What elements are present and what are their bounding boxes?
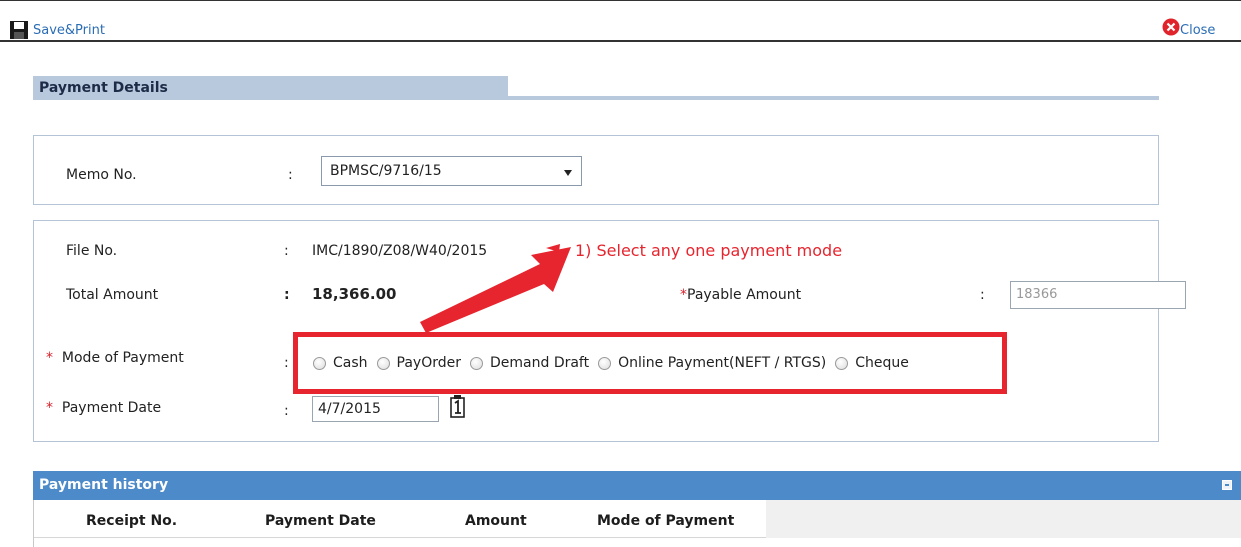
column-header-payment-date[interactable]: Payment Date (265, 513, 376, 529)
payable-amount-value: 18366 (1016, 287, 1058, 302)
memo-colon: : (288, 167, 293, 183)
memo-select-value: BPMSC/9716/15 (330, 163, 442, 179)
memo-label: Memo No. (66, 167, 137, 183)
file-no-value: IMC/1890/Z08/W40/2015 (312, 243, 488, 259)
total-amount-label: Total Amount (66, 287, 159, 303)
payment-date-text: Payment Date (61, 400, 162, 416)
payment-date-label: * Payment Date (46, 400, 161, 416)
close-link[interactable]: Close (1180, 23, 1215, 38)
mode-colon: : (284, 355, 289, 371)
section-title: Payment Details (33, 76, 508, 100)
column-header-amount[interactable]: Amount (465, 513, 527, 529)
payable-amount-text: Payable Amount (687, 287, 802, 303)
chevron-down-icon[interactable] (564, 170, 572, 176)
payment-date-value: 4/7/2015 (318, 401, 381, 417)
total-amount-value: 18,366.00 (312, 285, 397, 303)
save-print-link[interactable]: Save&Print (33, 23, 105, 38)
annotation-text: 1) Select any one payment mode (575, 241, 843, 260)
collapse-icon[interactable] (1222, 480, 1232, 490)
date-colon: : (284, 403, 289, 419)
payment-history-table: Receipt No. Payment Date Amount Mode of … (33, 500, 1241, 547)
close-icon[interactable] (1162, 18, 1180, 36)
table-header-filler (766, 500, 1241, 538)
total-amount-colon: : (284, 287, 290, 303)
file-no-colon: : (284, 243, 289, 259)
payment-history-header[interactable]: Payment history (33, 471, 1241, 500)
column-header-receipt-no[interactable]: Receipt No. (86, 513, 177, 529)
required-marker: * (46, 350, 53, 366)
payment-history-title: Payment history (39, 477, 169, 493)
table-header-row: Receipt No. Payment Date Amount Mode of … (34, 500, 766, 538)
mode-of-payment-label: * Mode of Payment (46, 350, 184, 366)
column-header-mode-of-payment[interactable]: Mode of Payment (597, 513, 734, 529)
mode-of-payment-text: Mode of Payment (61, 350, 184, 366)
payment-date-input[interactable]: 4/7/2015 (312, 396, 439, 422)
payable-amount-input[interactable]: 18366 (1010, 281, 1186, 309)
memo-select[interactable]: BPMSC/9716/15 (321, 156, 582, 186)
annotation-highlight-box (293, 332, 1007, 394)
required-marker: * (46, 400, 53, 416)
payable-amount-label: *Payable Amount (680, 287, 801, 303)
payable-colon: : (980, 287, 985, 303)
section-divider (508, 96, 1159, 100)
save-icon[interactable] (10, 21, 28, 39)
calendar-icon[interactable] (449, 394, 467, 420)
toolbar: Save&Print Close (0, 0, 1241, 42)
memo-panel (33, 135, 1159, 205)
required-marker: * (680, 287, 687, 303)
file-no-label: File No. (66, 243, 118, 259)
